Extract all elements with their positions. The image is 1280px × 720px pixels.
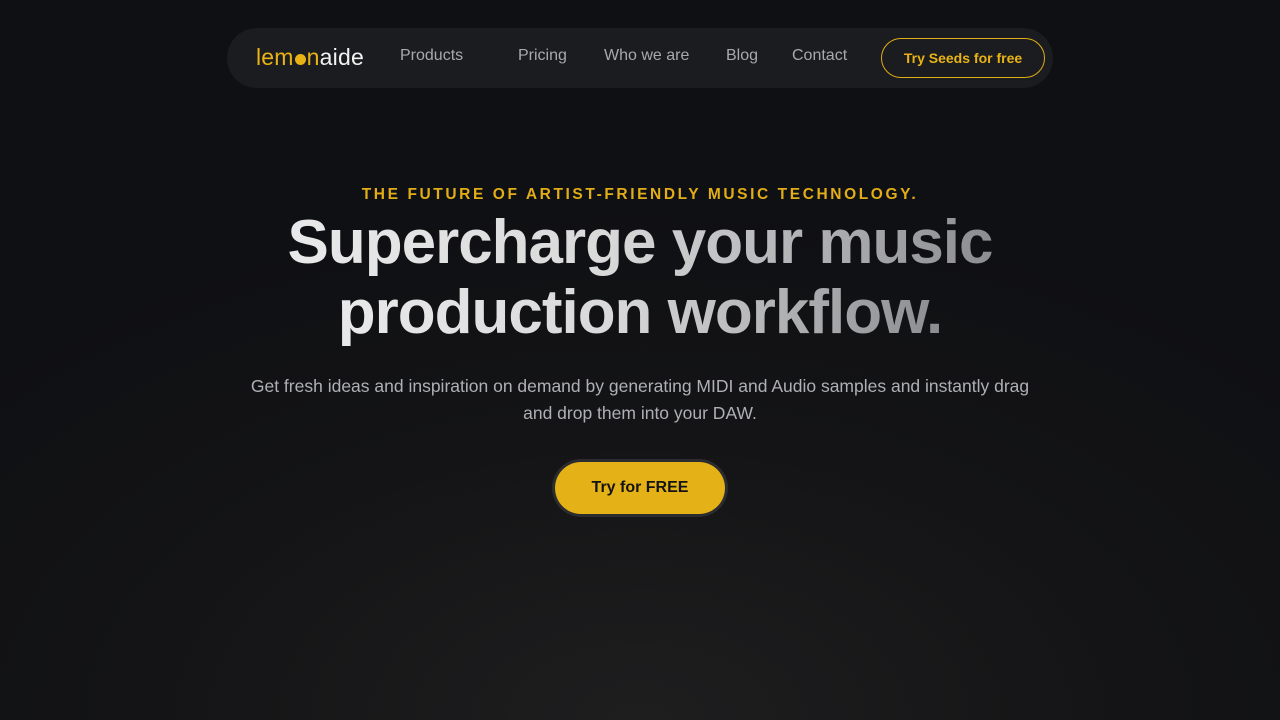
- try-for-free-button[interactable]: Try for FREE: [552, 459, 728, 517]
- top-navigation: lem n aide Products Pricing Who we are B…: [227, 28, 1053, 88]
- hero-subtitle: Get fresh ideas and inspiration on deman…: [250, 376, 1030, 423]
- nav-item-contact[interactable]: Contact: [792, 47, 847, 65]
- try-seeds-button[interactable]: Try Seeds for free: [881, 38, 1045, 78]
- try-for-free-label: Try for FREE: [555, 462, 725, 514]
- nav-item-who-we-are[interactable]: Who we are: [604, 47, 689, 65]
- lemon-drop-icon: [294, 53, 306, 65]
- hero-headline-line1: Supercharge your music: [287, 208, 993, 277]
- logo-text-part2: n: [306, 43, 320, 70]
- nav-item-pricing[interactable]: Pricing: [518, 47, 567, 65]
- logo-text-part3: aide: [319, 43, 364, 70]
- nav-item-products[interactable]: Products: [400, 47, 463, 65]
- logo-text-part1: lem: [256, 43, 294, 70]
- lemonaide-logo[interactable]: lem n aide: [256, 42, 364, 72]
- hero-headline: Supercharge your music production workfl…: [0, 208, 1280, 348]
- hero-headline-line2: production workflow.: [337, 278, 944, 347]
- nav-item-blog[interactable]: Blog: [726, 47, 758, 65]
- hero-eyebrow: THE FUTURE OF ARTIST-FRIENDLY MUSIC TECH…: [361, 186, 919, 203]
